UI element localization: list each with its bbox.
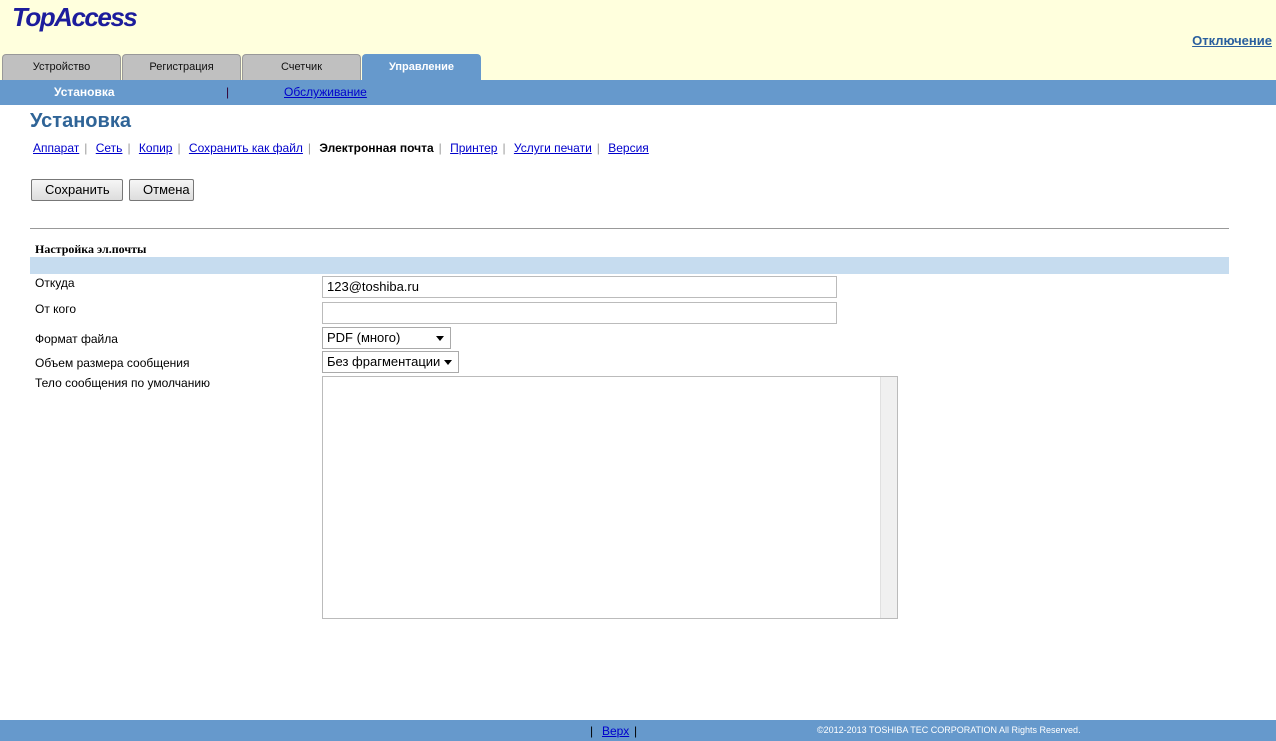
tab-device[interactable]: Устройство: [2, 54, 121, 80]
copyright: ©2012-2013 TOSHIBA TEC CORPORATION All R…: [817, 725, 1081, 735]
link-printer[interactable]: Принтер: [450, 141, 497, 155]
subnav-maintenance[interactable]: Обслуживание: [284, 85, 367, 99]
section-title: Настройка эл.почты: [35, 242, 147, 256]
scrollbar[interactable]: [880, 377, 897, 618]
message-size-select[interactable]: Без фрагментации: [322, 351, 459, 373]
topaccess-logo: TopAccess: [12, 2, 138, 32]
footer-sep: |: [634, 724, 638, 738]
body-textarea[interactable]: [322, 376, 898, 619]
file-format-label: Формат файла: [35, 332, 118, 346]
message-size-label: Объем размера сообщения: [35, 356, 190, 370]
setup-links: Аппарат | Сеть | Копир | Сохранить как файл…: [33, 141, 649, 155]
link-print-services[interactable]: Услуги печати: [514, 141, 592, 155]
tab-management[interactable]: Управление: [362, 54, 481, 80]
divider: [30, 228, 1229, 229]
save-button[interactable]: Сохранить: [31, 179, 123, 201]
file-format-select[interactable]: PDF (много): [322, 327, 451, 349]
link-save-as-file[interactable]: Сохранить как файл: [189, 141, 303, 155]
tab-registration[interactable]: Регистрация: [122, 54, 241, 80]
body-label: Тело сообщения по умолчанию: [35, 376, 211, 390]
message-size-value: Без фрагментации: [327, 354, 441, 369]
top-link[interactable]: Верх: [602, 724, 629, 738]
subnav-setup[interactable]: Установка: [54, 85, 115, 99]
from-name-label: От кого: [35, 302, 77, 316]
link-network[interactable]: Сеть: [96, 141, 123, 155]
link-email-current: Электронная почта: [319, 141, 434, 155]
footer-sep: |: [590, 724, 594, 738]
from-input[interactable]: 123@toshiba.ru: [322, 276, 837, 298]
tab-counter[interactable]: Счетчик: [242, 54, 361, 80]
link-version[interactable]: Версия: [608, 141, 649, 155]
sub-navigation: Установка | Обслуживание: [0, 80, 1276, 105]
subnav-separator: |: [226, 85, 230, 99]
file-format-value: PDF (много): [327, 330, 401, 345]
logout-link[interactable]: Отключение: [1192, 33, 1272, 48]
section-band: [30, 257, 1229, 274]
from-name-input[interactable]: [322, 302, 837, 324]
from-label: Откуда: [35, 276, 75, 290]
link-device[interactable]: Аппарат: [33, 141, 79, 155]
footer: | Верх | ©2012-2013 TOSHIBA TEC CORPORAT…: [0, 720, 1276, 741]
cancel-button[interactable]: Отмена: [129, 179, 194, 201]
page-title: Установка: [30, 110, 131, 132]
link-copier[interactable]: Копир: [139, 141, 173, 155]
header: TopAccess Отключение Устройство Регистра…: [0, 0, 1276, 80]
